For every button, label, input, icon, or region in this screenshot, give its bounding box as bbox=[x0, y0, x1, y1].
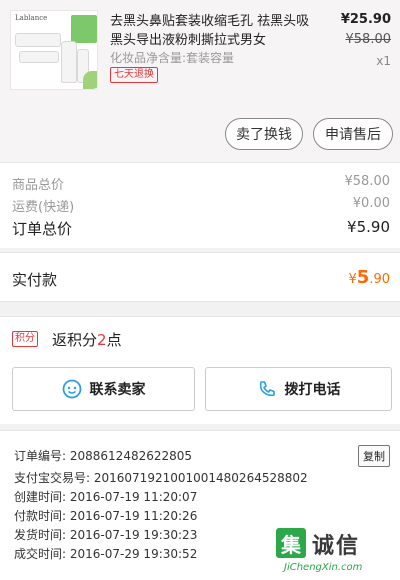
copy-button[interactable]: 复制 bbox=[358, 445, 390, 467]
paid-time-label: 付款时间: bbox=[14, 509, 67, 523]
resell-button[interactable]: 卖了换钱 bbox=[225, 118, 303, 150]
phone-icon bbox=[259, 381, 275, 397]
done-time: 2016-07-29 19:30:52 bbox=[69, 547, 198, 561]
watermark-text: 诚信 bbox=[312, 534, 361, 559]
goods-total-label: 商品总价 bbox=[12, 178, 65, 193]
paid-time-row: 付款时间: 2016-07-19 11:20:26 bbox=[14, 507, 197, 524]
product-card[interactable]: Lablance 去黑头鼻贴套装收缩毛孔 祛黑头吸黑头导出液粉刺撕拉式男女 化妆… bbox=[0, 0, 400, 162]
shipping-value: ¥0.00 bbox=[352, 196, 390, 211]
product-price: ¥25.90 bbox=[340, 12, 391, 27]
amount-paid-decimal: .90 bbox=[369, 272, 390, 287]
alipay-row: 支付宝交易号: 2016071921001001480264528802 bbox=[14, 469, 308, 486]
created-time: 2016-07-19 11:20:07 bbox=[69, 490, 198, 504]
product-brand: Lablance bbox=[15, 14, 48, 22]
order-total-label: 订单总价 bbox=[12, 220, 73, 238]
shipping-label: 运费(快递) bbox=[12, 200, 75, 215]
shipping-row: 运费(快递) ¥0.00 bbox=[12, 196, 390, 215]
order-number-row: 订单编号: 2088612482622805 bbox=[14, 447, 192, 464]
points-prefix: 返积分 bbox=[52, 331, 98, 349]
order-number: 2088612482622805 bbox=[69, 449, 193, 463]
created-row: 创建时间: 2016-07-19 11:20:07 bbox=[14, 488, 197, 505]
points-suffix: 点 bbox=[106, 331, 122, 349]
created-label: 创建时间: bbox=[14, 490, 67, 504]
amount-paid-value: ¥5.90 bbox=[349, 267, 391, 288]
points-amount: 2 bbox=[97, 331, 107, 349]
amount-paid-row: 实付款 ¥5.90 bbox=[0, 252, 400, 302]
product-thumbnail[interactable]: Lablance bbox=[10, 10, 98, 90]
amount-paid-label: 实付款 bbox=[12, 271, 58, 289]
order-total-value: ¥5.90 bbox=[347, 218, 390, 236]
points-text: 返积分2点 bbox=[52, 329, 122, 350]
product-quantity: x1 bbox=[376, 54, 391, 68]
call-phone-button[interactable]: 拨打电话 bbox=[205, 367, 392, 411]
order-total-row: 订单总价 ¥5.90 bbox=[12, 218, 390, 239]
call-phone-label: 拨打电话 bbox=[284, 382, 341, 398]
return-policy-tag: 七天退换 bbox=[110, 67, 158, 83]
bottle-shape bbox=[61, 41, 77, 83]
amount-paid-main: 5 bbox=[356, 267, 370, 288]
tube-shape bbox=[15, 33, 61, 47]
tube-shape bbox=[19, 51, 59, 63]
done-row: 成交时间: 2016-07-29 19:30:52 bbox=[14, 545, 197, 562]
product-title[interactable]: 去黑头鼻贴套装收缩毛孔 祛黑头吸黑头导出液粉刺撕拉式男女 bbox=[110, 12, 310, 50]
points-section: 积分 返积分2点 联系卖家 拨打电话 bbox=[0, 316, 400, 424]
chat-bubble-icon bbox=[62, 379, 81, 399]
shipped-time: 2016-07-19 19:30:23 bbox=[69, 528, 198, 542]
shipped-row: 发货时间: 2016-07-19 19:30:23 bbox=[14, 526, 197, 543]
watermark-logo: 集 诚信 JiChengXin.com bbox=[276, 526, 394, 576]
alipay-label: 支付宝交易号: bbox=[14, 471, 91, 485]
alipay-number: 2016071921001001480264528802 bbox=[93, 471, 308, 485]
product-spec: 化妆品净含量:套装容量 bbox=[110, 51, 235, 65]
watermark-mark: 集 bbox=[276, 528, 306, 558]
watermark-url: JiChengXin.com bbox=[284, 562, 363, 573]
leaf-shape bbox=[83, 71, 97, 89]
goods-total-row: 商品总价 ¥58.00 bbox=[12, 174, 390, 193]
product-original-price: ¥58.00 bbox=[345, 32, 392, 47]
order-number-label: 订单编号: bbox=[14, 449, 67, 463]
price-summary: 商品总价 ¥58.00 运费(快递) ¥0.00 订单总价 ¥5.90 bbox=[0, 162, 400, 248]
after-sales-button[interactable]: 申请售后 bbox=[313, 118, 393, 150]
contact-seller-label: 联系卖家 bbox=[89, 382, 146, 398]
done-label: 成交时间: bbox=[14, 547, 67, 561]
points-badge: 积分 bbox=[12, 331, 38, 347]
order-info: 订单编号: 2088612482622805 复制 支付宝交易号: 201607… bbox=[0, 430, 400, 580]
packet-shape bbox=[71, 15, 97, 43]
goods-total-value: ¥58.00 bbox=[344, 174, 391, 189]
contact-seller-button[interactable]: 联系卖家 bbox=[12, 367, 195, 411]
shipped-label: 发货时间: bbox=[14, 528, 67, 542]
paid-time: 2016-07-19 11:20:26 bbox=[69, 509, 198, 523]
amount-paid-currency: ¥ bbox=[348, 272, 357, 287]
